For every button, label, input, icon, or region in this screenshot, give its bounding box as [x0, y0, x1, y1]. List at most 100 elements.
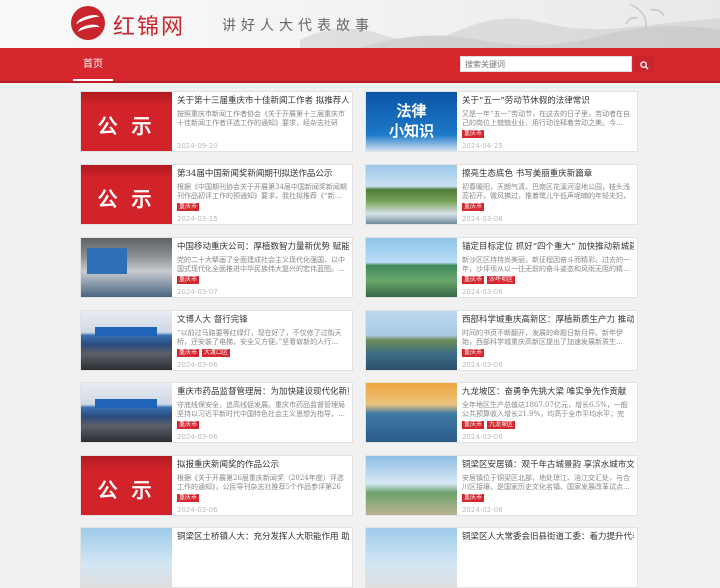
- article-body: 西部科学城重庆高新区：厚植新质生产力 推动高质量发展时间的书页不断翻开，发展的命…: [462, 314, 634, 358]
- region-tag[interactable]: 重庆市: [462, 276, 485, 284]
- article-title[interactable]: 锚定目标定位 抓好“四个重大” 加快推动新城建设: [462, 241, 634, 253]
- article-thumbnail[interactable]: [81, 528, 172, 587]
- article-tags: 重庆市: [177, 494, 349, 503]
- article-thumbnail[interactable]: 公示: [81, 92, 172, 151]
- article-title[interactable]: 第34届中国新闻奖新闻期刊拟送作品公示: [177, 168, 349, 180]
- region-tag[interactable]: 九龙坡区: [487, 421, 516, 429]
- article-card[interactable]: 铜梁区人大常委会旧县街道工委：着力提升代表履职能力: [365, 527, 638, 588]
- region-tag[interactable]: 重庆市: [177, 349, 200, 357]
- article-thumbnail[interactable]: [366, 383, 457, 442]
- article-card[interactable]: 中国移动重庆公司：厚植数智力量新优势 赋能新质生产力党的二十大擘画了全面建成社会…: [80, 237, 353, 298]
- article-title[interactable]: 九龙坡区：奋勇争先挑大梁 唯实争先作贡献: [462, 386, 634, 398]
- article-card[interactable]: 文博人大 督行完锋 “以前过马路要等红绿灯，现在好了，不仅修了过街天桥，还安装了电…: [80, 310, 353, 371]
- article-thumbnail[interactable]: [81, 383, 172, 442]
- article-card[interactable]: 西部科学城重庆高新区：厚植新质生产力 推动高质量发展时间的书页不断翻开，发展的命…: [365, 310, 638, 371]
- article-card[interactable]: 公示关于第十三届重庆市十佳新闻工作者 拟推荐人选的公示按照重庆市新闻工作者协会《…: [80, 91, 353, 152]
- article-title[interactable]: 关于第十三届重庆市十佳新闻工作者 拟推荐人选的公示: [177, 95, 349, 107]
- article-card[interactable]: 九龙坡区：奋勇争先挑大梁 唯实争先作贡献 全年地区生产总值达1867.07亿元，增…: [365, 382, 638, 443]
- article-date: 2024-04-25: [462, 142, 503, 150]
- article-summary: 安居镇位于铜梁区北部，地处琼江、涪江交汇处，与合川区接壤，是国家历史文化名镇、国…: [462, 474, 630, 491]
- article-tags: [462, 566, 634, 575]
- region-tag[interactable]: 大渡口区: [202, 349, 231, 357]
- article-thumbnail[interactable]: [366, 528, 457, 587]
- article-thumbnail[interactable]: 法律 小知识: [366, 92, 457, 151]
- article-summary: [177, 546, 349, 564]
- article-title[interactable]: 中国移动重庆公司：厚植数智力量新优势 赋能新质生产力: [177, 241, 349, 253]
- region-tag[interactable]: 重庆市: [177, 421, 200, 429]
- article-body: 第34届中国新闻奖新闻期刊拟送作品公示根据《中国期刊协会关于开展第34届中国新闻…: [177, 168, 349, 212]
- region-tag[interactable]: 重庆市: [462, 421, 485, 429]
- article-tags: 重庆市 大渡口区: [177, 349, 349, 358]
- region-tag[interactable]: 重庆市: [462, 203, 485, 211]
- search-input[interactable]: [460, 56, 632, 72]
- article-thumbnail[interactable]: [366, 456, 457, 515]
- article-date: 2024-03-08: [462, 215, 503, 223]
- region-tag[interactable]: 重庆市: [177, 203, 200, 211]
- search-button[interactable]: [634, 56, 654, 72]
- article-summary: “以前过马路要等红绿灯，现在好了，不仅修了过街天桥，还安装了电梯，安全又方便。”…: [177, 329, 342, 346]
- article-thumbnail[interactable]: [81, 238, 172, 297]
- article-title[interactable]: 文博人大 督行完锋: [177, 314, 349, 326]
- article-card[interactable]: 擦亮生态底色 书写美丽重庆新篇章初春暖阳，天朗气清。巴南区花溪河湿地公园，枝头浅…: [365, 164, 638, 225]
- article-title[interactable]: 铜梁区安居镇：观千年古城景韵 享滨水城市文明: [462, 459, 634, 471]
- article-card[interactable]: 公示 拟报重庆新闻奖的作品公示根据《关于开展第26届重庆新闻奖（2024年度）评选…: [80, 455, 353, 516]
- article-title[interactable]: 拟报重庆新闻奖的作品公示: [177, 459, 349, 471]
- article-date: 2024-03-06: [177, 433, 218, 441]
- article-thumbnail[interactable]: [366, 311, 457, 370]
- article-summary: 又是一年“五一”劳动节，在这去的日子里，劳动者在自己的岗位上兢兢业业、用行动诠释…: [462, 110, 631, 127]
- article-card[interactable]: 重庆市药品监督管理局：为加快建设现代化新重庆贡献药监力量守底线保安全，追高线促发…: [80, 382, 353, 443]
- article-thumbnail[interactable]: 公示: [81, 165, 172, 224]
- article-tags: 重庆市 沙坪坝区: [462, 276, 634, 285]
- region-tag[interactable]: 重庆市: [462, 130, 485, 138]
- logo-icon[interactable]: [71, 6, 105, 40]
- article-card[interactable]: 法律 小知识 关于“五一”劳动节休假的法律常识 又是一年“五一”劳动节，在这去的日子里…: [365, 91, 638, 152]
- article-tags: 重庆市: [177, 203, 349, 212]
- thumbnail-caption: 公示: [97, 478, 166, 502]
- article-thumbnail[interactable]: [366, 165, 457, 224]
- article-date: 2024-03-06: [177, 506, 218, 514]
- region-tag[interactable]: 沙坪坝区: [487, 276, 516, 284]
- region-tag[interactable]: 重庆市: [462, 349, 485, 357]
- article-summary: 新沙区区持持尚美丽，新征程因奋斗而精彩。过去的一年，沙坪坝从以一往无前的奋斗姿态…: [462, 256, 630, 273]
- article-date: 2024-03-06: [462, 433, 503, 441]
- region-tag[interactable]: 重庆市: [177, 494, 200, 502]
- banner-shape: [95, 399, 157, 408]
- article-summary: 时间的书页不断翻开，发展的命题日新月异。新年伊始，西部科学城重庆高新区提出了加速…: [462, 329, 623, 346]
- article-tags: 重庆市: [462, 130, 634, 139]
- article-body: 关于“五一”劳动节休假的法律常识又是一年“五一”劳动节，在这去的日子里，劳动者在…: [462, 95, 634, 139]
- article-title[interactable]: 铜梁区土桥镇人大：充分发挥人大职能作用 助力乡村振兴: [177, 531, 349, 543]
- article-thumbnail[interactable]: 公示: [81, 456, 172, 515]
- article-date: 2024-03-06: [177, 361, 218, 369]
- article-date: 2024-03-06: [462, 288, 503, 296]
- article-summary: 根据《中国期刊协会关于开展第34届中国新闻奖新闻期刊作品初评工作的预通知》要求，…: [177, 183, 347, 200]
- search-icon: [639, 61, 649, 70]
- thumbnail-caption: 小知识: [388, 122, 434, 140]
- article-card[interactable]: 铜梁区土桥镇人大：充分发挥人大职能作用 助力乡村振兴: [80, 527, 353, 588]
- article-summary: 按照重庆市新闻工作者协会《关于开展第十三届重庆市十佳新闻工作者评选工作的通知》要…: [177, 110, 345, 127]
- article-title[interactable]: 重庆市药品监督管理局：为加快建设现代化新重庆贡献药监力量: [177, 386, 349, 398]
- nav-home-link[interactable]: 首页: [73, 48, 113, 81]
- article-card[interactable]: 铜梁区安居镇：观千年古城景韵 享滨水城市文明安居镇位于铜梁区北部，地处琼江、涪江…: [365, 455, 638, 516]
- article-tags: 重庆市: [462, 494, 634, 503]
- site-slogan: 讲好人大代表故事: [222, 18, 374, 34]
- article-body: 铜梁区人大常委会旧县街道工委：着力提升代表履职能力: [462, 531, 634, 575]
- region-tag[interactable]: 重庆市: [462, 494, 485, 502]
- article-body: 文博人大 督行完锋 “以前过马路要等红绿灯，现在好了，不仅修了过街天桥，还安装了电…: [177, 314, 349, 358]
- article-date: 2024-03-15: [177, 215, 218, 223]
- article-title[interactable]: 关于“五一”劳动节休假的法律常识: [462, 95, 634, 107]
- article-card[interactable]: 公示 第34届中国新闻奖新闻期刊拟送作品公示根据《中国期刊协会关于开展第34届中国…: [80, 164, 353, 225]
- article-tags: [177, 130, 349, 139]
- article-summary: 根据《关于开展第26届重庆新闻奖（2024年度）评选工作的通知》，公民导刊杂志社…: [177, 474, 344, 491]
- site-logo-text[interactable]: 红锦网: [113, 9, 185, 41]
- article-title[interactable]: 擦亮生态底色 书写美丽重庆新篇章: [462, 168, 634, 180]
- article-thumbnail[interactable]: [366, 238, 457, 297]
- article-card[interactable]: 锚定目标定位 抓好“四个重大” 加快推动新城建设新沙区区持持尚美丽，新征程因奋斗…: [365, 237, 638, 298]
- article-summary: 初春暖阳，天朗气清。巴南区花溪河湿地公园，枝头浅蕊初开，微风拂过，推着鹭儿午低声…: [462, 183, 630, 200]
- article-date: 2024-02-06: [462, 506, 503, 514]
- article-title[interactable]: 西部科学城重庆高新区：厚植新质生产力 推动高质量发展: [462, 314, 634, 326]
- region-tag[interactable]: 重庆市: [177, 276, 200, 284]
- article-title[interactable]: 铜梁区人大常委会旧县街道工委：着力提升代表履职能力: [462, 531, 634, 543]
- thumbnail-caption: 法律: [396, 102, 427, 120]
- article-thumbnail[interactable]: [81, 311, 172, 370]
- article-tags: 重庆市: [177, 421, 349, 430]
